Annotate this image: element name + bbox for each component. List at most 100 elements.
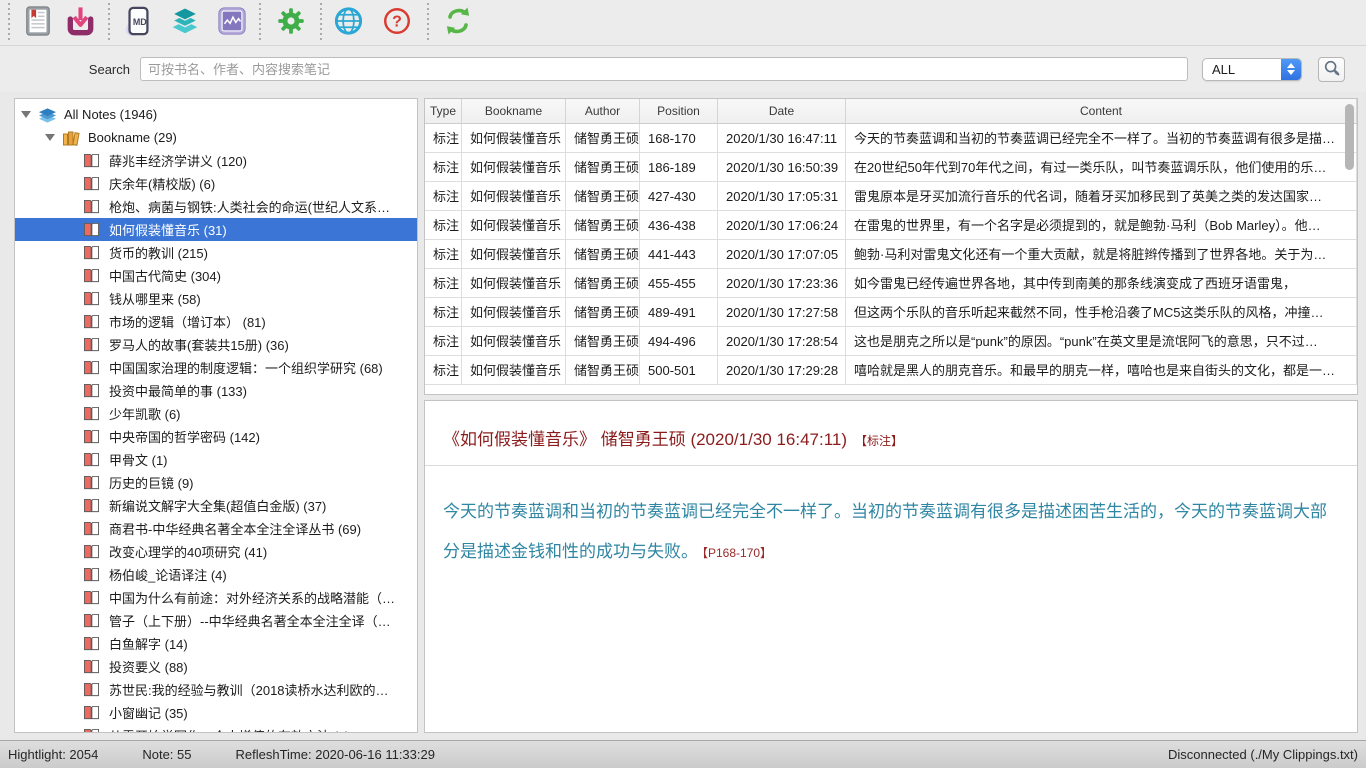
- cell-author: 储智勇王硕: [566, 298, 640, 327]
- cell-date: 2020/1/30 16:50:39: [718, 153, 846, 182]
- sidebar-item-all-notes[interactable]: All Notes (1946): [15, 103, 417, 126]
- sidebar-book-item[interactable]: 杨伯峻_论语译注 (4): [15, 563, 417, 586]
- table-row[interactable]: 标注如何假装懂音乐储智勇王硕500-5012020/1/30 17:29:28嘻…: [425, 356, 1357, 385]
- book-label: 甲骨文 (1): [109, 450, 168, 469]
- column-header-position[interactable]: Position: [640, 99, 718, 123]
- book-label: 中国为什么有前途：对外经济关系的战略潜能（…: [109, 588, 395, 607]
- sidebar-book-item[interactable]: 薛兆丰经济学讲义 (120): [15, 149, 417, 172]
- sidebar-book-item[interactable]: 改变心理学的40项研究 (41): [15, 540, 417, 563]
- sidebar-book-item[interactable]: 从零开始学写作：个人增值的有效方法 (6): [15, 724, 417, 733]
- cell-content: 在雷鬼的世界里，有一个名字是必须提到的，就是鲍勃·马利（Bob Marley）。…: [846, 211, 1357, 240]
- cell-content: 鲍勃·马利对雷鬼文化还有一个重大贡献，就是将脏辫传播到了世界各地。关于为…: [846, 240, 1357, 269]
- cell-content: 雷鬼原本是牙买加流行音乐的代名词，随着牙买加移民到了英美之类的发达国家…: [846, 182, 1357, 211]
- sidebar-book-item[interactable]: 中国为什么有前途：对外经济关系的战略潜能（…: [15, 586, 417, 609]
- sidebar-item-bookname-group[interactable]: Bookname (29): [15, 126, 417, 149]
- sidebar-book-item[interactable]: 如何假装懂音乐 (31): [15, 218, 417, 241]
- book-label: 新编说文解字大全集(超值白金版) (37): [109, 496, 326, 515]
- table-row[interactable]: 标注如何假装懂音乐储智勇王硕436-4382020/1/30 17:06:24在…: [425, 211, 1357, 240]
- markdown-export-button[interactable]: MD: [121, 5, 155, 41]
- book-icon: [83, 635, 103, 652]
- cell-date: 2020/1/30 16:47:11: [718, 124, 846, 153]
- cell-type: 标注: [425, 327, 462, 356]
- book-icon: [83, 727, 103, 733]
- book-label: 白鱼解字 (14): [109, 634, 188, 653]
- column-header-date[interactable]: Date: [718, 99, 846, 123]
- cell-bookname: 如何假装懂音乐: [462, 298, 566, 327]
- filter-select[interactable]: ALL: [1202, 58, 1302, 81]
- cell-position: 186-189: [640, 153, 718, 182]
- cell-content: 但这两个乐队的音乐听起来截然不同，性手枪沿袭了MC5这类乐队的风格，冲撞…: [846, 298, 1357, 327]
- search-icon: [1323, 59, 1341, 80]
- cell-content: 如今雷鬼已经传遍世界各地，其中传到南美的那条线演变成了西班牙语雷鬼，: [846, 269, 1357, 298]
- bookname-group-label: Bookname (29): [88, 130, 177, 145]
- cell-content: 这也是朋克之所以是“punk”的原因。“punk”在英文里是流氓阿飞的意思，只不…: [846, 327, 1357, 356]
- cell-date: 2020/1/30 17:06:24: [718, 211, 846, 240]
- table-row[interactable]: 标注如何假装懂音乐储智勇王硕489-4912020/1/30 17:27:58但…: [425, 298, 1357, 327]
- sidebar-book-item[interactable]: 枪炮、病菌与钢铁:人类社会的命运(世纪人文系…: [15, 195, 417, 218]
- cell-position: 441-443: [640, 240, 718, 269]
- cell-position: 489-491: [640, 298, 718, 327]
- sidebar-book-item[interactable]: 历史的巨镜 (9): [15, 471, 417, 494]
- cell-bookname: 如何假装懂音乐: [462, 211, 566, 240]
- sidebar-book-item[interactable]: 少年凯歌 (6): [15, 402, 417, 425]
- table-row[interactable]: 标注如何假装懂音乐储智勇王硕427-4302020/1/30 17:05:31雷…: [425, 182, 1357, 211]
- sidebar-book-item[interactable]: 投资要义 (88): [15, 655, 417, 678]
- help-button[interactable]: ?: [380, 5, 414, 41]
- sidebar-book-item[interactable]: 中央帝国的哲学密码 (142): [15, 425, 417, 448]
- note-detail-pane: 《如何假装懂音乐》 储智勇王硕 (2020/1/30 16:47:11)【标注】…: [424, 400, 1358, 733]
- column-header-bookname[interactable]: Bookname: [462, 99, 566, 123]
- table-row[interactable]: 标注如何假装懂音乐储智勇王硕441-4432020/1/30 17:07:05鲍…: [425, 240, 1357, 269]
- toolbar-separator: [8, 3, 10, 43]
- sidebar-book-item[interactable]: 白鱼解字 (14): [15, 632, 417, 655]
- statistics-icon: [216, 4, 248, 41]
- layers-button[interactable]: [168, 5, 202, 41]
- cell-author: 储智勇王硕: [566, 269, 640, 298]
- disclosure-triangle-icon[interactable]: [45, 134, 55, 141]
- sidebar-book-item[interactable]: 商君书-中华经典名著全本全注全译丛书 (69): [15, 517, 417, 540]
- connection-status: Disconnected (./My Clippings.txt): [1168, 747, 1358, 762]
- book-icon: [83, 382, 103, 399]
- book-icon: [83, 497, 103, 514]
- sidebar-book-item[interactable]: 钱从哪里来 (58): [15, 287, 417, 310]
- sidebar-book-item[interactable]: 中国国家治理的制度逻辑：一个组织学研究 (68): [15, 356, 417, 379]
- sidebar-book-item[interactable]: 市场的逻辑（增订本） (81): [15, 310, 417, 333]
- statistics-button[interactable]: [215, 5, 249, 41]
- website-button[interactable]: [331, 5, 365, 41]
- notes-document-button[interactable]: [21, 5, 55, 41]
- book-icon: [83, 336, 103, 353]
- sidebar-book-item[interactable]: 小窗幽记 (35): [15, 701, 417, 724]
- column-header-content[interactable]: Content: [846, 99, 1357, 123]
- table-row[interactable]: 标注如何假装懂音乐储智勇王硕455-4552020/1/30 17:23:36如…: [425, 269, 1357, 298]
- settings-button[interactable]: [274, 5, 308, 41]
- table-row[interactable]: 标注如何假装懂音乐储智勇王硕494-4962020/1/30 17:28:54这…: [425, 327, 1357, 356]
- sidebar-book-item[interactable]: 新编说文解字大全集(超值白金版) (37): [15, 494, 417, 517]
- sidebar-book-item[interactable]: 甲骨文 (1): [15, 448, 417, 471]
- search-label: Search: [12, 62, 130, 77]
- refresh-button[interactable]: [441, 5, 475, 41]
- search-button[interactable]: [1318, 57, 1345, 82]
- sidebar-book-item[interactable]: 庆余年(精校版) (6): [15, 172, 417, 195]
- book-icon: [83, 658, 103, 675]
- table-row[interactable]: 标注如何假装懂音乐储智勇王硕168-1702020/1/30 16:47:11今…: [425, 124, 1357, 153]
- import-clippings-button[interactable]: [63, 5, 97, 41]
- sidebar-book-item[interactable]: 投资中最简单的事 (133): [15, 379, 417, 402]
- cell-type: 标注: [425, 182, 462, 211]
- sidebar-book-item[interactable]: 管子（上下册）--中华经典名著全本全注全译（…: [15, 609, 417, 632]
- svg-text:?: ?: [392, 14, 402, 31]
- cell-bookname: 如何假装懂音乐: [462, 182, 566, 211]
- table-scrollbar[interactable]: [1345, 104, 1354, 170]
- main-area: All Notes (1946) Bookname (29) 薛兆丰经济学讲义 …: [0, 92, 1366, 740]
- disclosure-triangle-icon[interactable]: [21, 111, 31, 118]
- cell-author: 储智勇王硕: [566, 182, 640, 211]
- column-header-type[interactable]: Type: [425, 99, 462, 123]
- search-input[interactable]: [140, 57, 1188, 81]
- column-header-author[interactable]: Author: [566, 99, 640, 123]
- sidebar-book-item[interactable]: 货币的教训 (215): [15, 241, 417, 264]
- book-label: 苏世民:我的经验与教训（2018读桥水达利欧的…: [109, 680, 389, 699]
- cell-bookname: 如何假装懂音乐: [462, 356, 566, 385]
- sidebar-book-item[interactable]: 苏世民:我的经验与教训（2018读桥水达利欧的…: [15, 678, 417, 701]
- sidebar-book-item[interactable]: 中国古代简史 (304): [15, 264, 417, 287]
- notes-table: TypeBooknameAuthorPositionDateContent 标注…: [424, 98, 1358, 395]
- sidebar-book-item[interactable]: 罗马人的故事(套装共15册) (36): [15, 333, 417, 356]
- table-row[interactable]: 标注如何假装懂音乐储智勇王硕186-1892020/1/30 16:50:39在…: [425, 153, 1357, 182]
